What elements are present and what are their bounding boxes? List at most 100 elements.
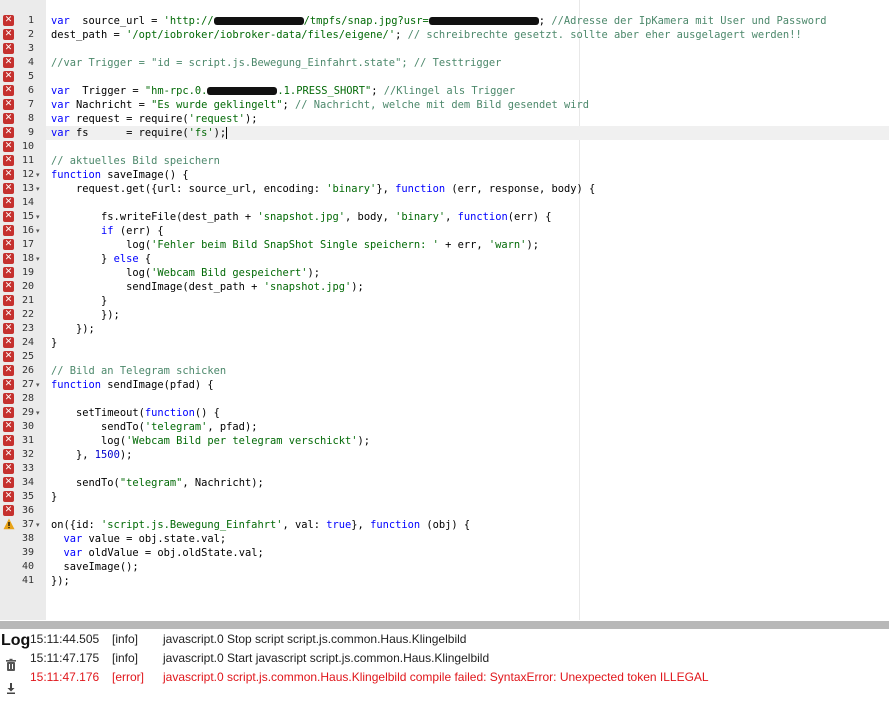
error-icon[interactable]: ✕: [3, 421, 14, 432]
code-line[interactable]: ✕ 2 dest_path = '/opt/iobroker/iobroker-da…: [0, 28, 889, 42]
code-line[interactable]: ✕ 25: [0, 350, 889, 364]
code-text[interactable]: setTimeout(function() {: [46, 406, 889, 420]
error-icon[interactable]: ✕: [3, 379, 14, 390]
error-icon[interactable]: ✕: [3, 15, 14, 26]
code-text[interactable]: //var Trigger = "id = script.js.Bewegung…: [46, 56, 889, 70]
code-line[interactable]: ✕ 16 ▾ if (err) {: [0, 224, 889, 238]
code-text[interactable]: sendTo("telegram", Nachricht);: [46, 476, 889, 490]
code-line[interactable]: ✕ 13 ▾ request.get({url: source_url, encod…: [0, 182, 889, 196]
error-icon[interactable]: ✕: [3, 113, 14, 124]
code-editor[interactable]: ✕ 1 var source_url = 'http:///tmpfs/snap.j…: [0, 0, 889, 620]
code-text[interactable]: // Bild an Telegram schicken: [46, 364, 889, 378]
code-text[interactable]: }: [46, 336, 889, 350]
error-icon[interactable]: ✕: [3, 449, 14, 460]
code-text[interactable]: });: [46, 322, 889, 336]
code-line[interactable]: ✕ 36: [0, 504, 889, 518]
code-text[interactable]: [46, 350, 889, 364]
error-icon[interactable]: ✕: [3, 253, 14, 264]
code-line[interactable]: ✕ 20 sendImage(dest_path + 'snapshot.jpg'…: [0, 280, 889, 294]
error-icon[interactable]: ✕: [3, 477, 14, 488]
code-text[interactable]: if (err) {: [46, 224, 889, 238]
code-line[interactable]: ✕ 12 ▾ function saveImage() {: [0, 168, 889, 182]
code-line[interactable]: 41});: [0, 574, 889, 588]
code-text[interactable]: fs.writeFile(dest_path + 'snapshot.jpg',…: [46, 210, 889, 224]
code-text[interactable]: [46, 140, 889, 154]
error-icon[interactable]: ✕: [3, 505, 14, 516]
code-line[interactable]: ✕ 29 ▾ setTimeout(function() {: [0, 406, 889, 420]
code-line[interactable]: ✕ 8 var request = require('request');: [0, 112, 889, 126]
fold-toggle-icon[interactable]: ▾: [36, 168, 40, 182]
error-icon[interactable]: ✕: [3, 435, 14, 446]
code-text[interactable]: [46, 70, 889, 84]
code-text[interactable]: });: [46, 574, 889, 588]
code-line[interactable]: ✕ 27 ▾ function sendImage(pfad) {: [0, 378, 889, 392]
fold-toggle-icon[interactable]: ▾: [36, 518, 40, 532]
error-icon[interactable]: ✕: [3, 491, 14, 502]
code-line[interactable]: ✕ 28: [0, 392, 889, 406]
error-icon[interactable]: ✕: [3, 365, 14, 376]
code-text[interactable]: // aktuelles Bild speichern: [46, 154, 889, 168]
code-line[interactable]: ✕ 6 var Trigger = "hm-rpc.0. .1.PRESS_SHORT…: [0, 84, 889, 98]
code-line[interactable]: ✕ 24}: [0, 336, 889, 350]
code-line[interactable]: ✕ 35}: [0, 490, 889, 504]
code-line[interactable]: 40 saveImage();: [0, 560, 889, 574]
code-text[interactable]: var value = obj.state.val;: [46, 532, 889, 546]
fold-toggle-icon[interactable]: ▾: [36, 252, 40, 266]
error-icon[interactable]: ✕: [3, 71, 14, 82]
code-text[interactable]: var Trigger = "hm-rpc.0. .1.PRESS_SHORT";…: [46, 84, 889, 98]
code-line[interactable]: ✕ 31 log('Webcam Bild per telegram versch…: [0, 434, 889, 448]
error-icon[interactable]: ✕: [3, 155, 14, 166]
error-icon[interactable]: ✕: [3, 393, 14, 404]
error-icon[interactable]: ✕: [3, 197, 14, 208]
code-line[interactable]: ✕ 10: [0, 140, 889, 154]
code-text[interactable]: } else {: [46, 252, 889, 266]
code-line[interactable]: ✕ 9 var fs = require('fs');: [0, 126, 889, 140]
error-icon[interactable]: ✕: [3, 99, 14, 110]
code-text[interactable]: log('Webcam Bild gespeichert');: [46, 266, 889, 280]
code-text[interactable]: var fs = require('fs');: [46, 126, 889, 140]
panel-splitter[interactable]: [0, 621, 889, 629]
error-icon[interactable]: ✕: [3, 183, 14, 194]
code-line[interactable]: ✕ 1 var source_url = 'http:///tmpfs/snap.j…: [0, 14, 889, 28]
error-icon[interactable]: ✕: [3, 57, 14, 68]
error-icon[interactable]: ✕: [3, 43, 14, 54]
code-text[interactable]: dest_path = '/opt/iobroker/iobroker-data…: [46, 28, 889, 42]
code-text[interactable]: });: [46, 308, 889, 322]
code-text[interactable]: var source_url = 'http:// /tmpfs/snap.jpg…: [46, 14, 889, 28]
warning-icon[interactable]: [3, 518, 15, 530]
code-text[interactable]: [46, 42, 889, 56]
error-icon[interactable]: ✕: [3, 225, 14, 236]
code-text[interactable]: log('Fehler beim Bild SnapShot Single sp…: [46, 238, 889, 252]
fold-toggle-icon[interactable]: ▾: [36, 182, 40, 196]
error-icon[interactable]: ✕: [3, 323, 14, 334]
code-text[interactable]: [46, 392, 889, 406]
code-line[interactable]: ✕ 4//var Trigger = "id = script.js.Bewegu…: [0, 56, 889, 70]
fold-toggle-icon[interactable]: ▾: [36, 210, 40, 224]
code-line[interactable]: ✕ 7 var Nachricht = "Es wurde geklingelt";…: [0, 98, 889, 112]
error-icon[interactable]: ✕: [3, 239, 14, 250]
code-line[interactable]: ✕ 14: [0, 196, 889, 210]
code-line[interactable]: ✕ 19 log('Webcam Bild gespeichert');: [0, 266, 889, 280]
code-text[interactable]: var oldValue = obj.oldState.val;: [46, 546, 889, 560]
code-line[interactable]: ✕ 21 }: [0, 294, 889, 308]
fold-toggle-icon[interactable]: ▾: [36, 406, 40, 420]
code-text[interactable]: on({id: 'script.js.Bewegung_Einfahrt', v…: [46, 518, 889, 532]
error-icon[interactable]: ✕: [3, 407, 14, 418]
code-text[interactable]: var request = require('request');: [46, 112, 889, 126]
code-line[interactable]: ✕ 3: [0, 42, 889, 56]
code-text[interactable]: function sendImage(pfad) {: [46, 378, 889, 392]
code-text[interactable]: sendTo('telegram', pfad);: [46, 420, 889, 434]
error-icon[interactable]: ✕: [3, 29, 14, 40]
code-text[interactable]: saveImage();: [46, 560, 889, 574]
code-line[interactable]: ✕ 32 }, 1500);: [0, 448, 889, 462]
code-line[interactable]: 39 var oldValue = obj.oldState.val;: [0, 546, 889, 560]
fold-toggle-icon[interactable]: ▾: [36, 378, 40, 392]
code-line[interactable]: ✕ 15 ▾ fs.writeFile(dest_path + 'snapshot.…: [0, 210, 889, 224]
code-line[interactable]: ✕ 23 });: [0, 322, 889, 336]
error-icon[interactable]: ✕: [3, 141, 14, 152]
code-line[interactable]: ✕ 33: [0, 462, 889, 476]
error-icon[interactable]: ✕: [3, 295, 14, 306]
code-line[interactable]: ✕ 22 });: [0, 308, 889, 322]
error-icon[interactable]: ✕: [3, 281, 14, 292]
code-line[interactable]: ✕ 17 log('Fehler beim Bild SnapShot Singl…: [0, 238, 889, 252]
